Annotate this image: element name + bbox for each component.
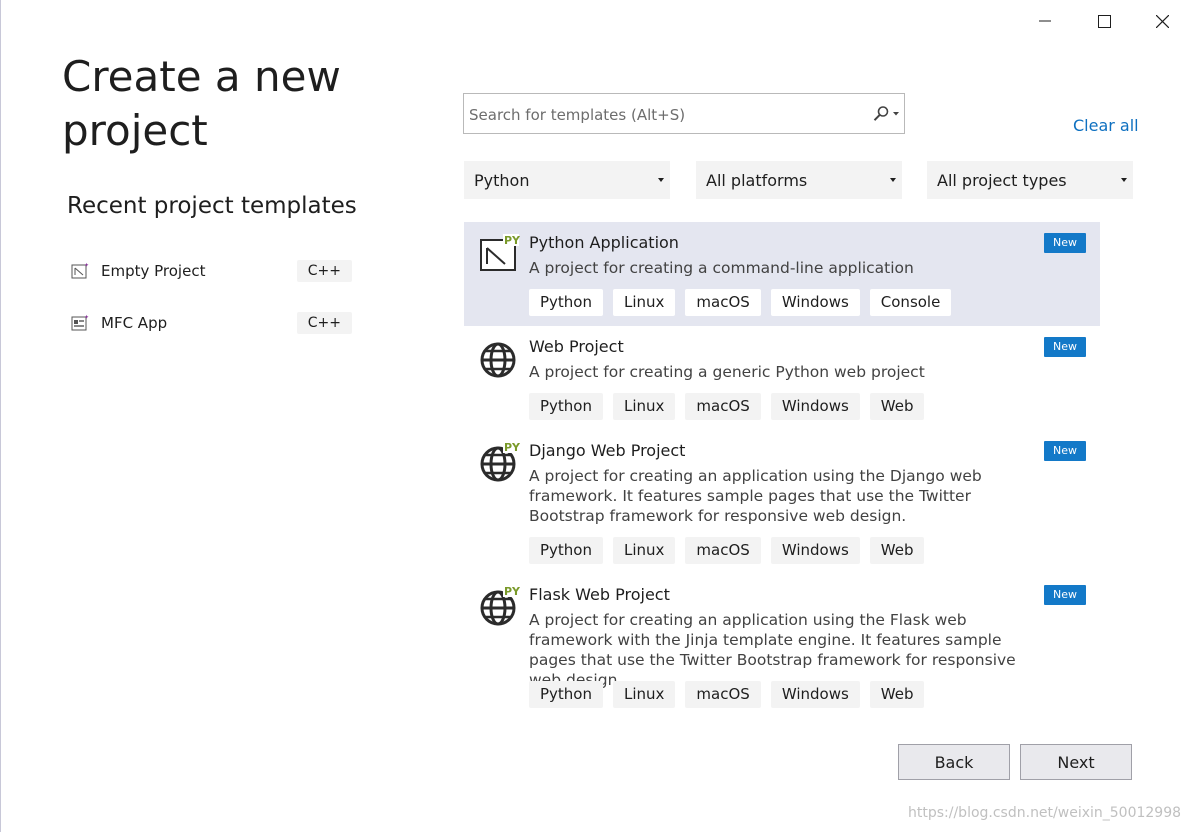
template-name: Python Application — [529, 233, 679, 252]
recent-templates-heading: Recent project templates — [67, 193, 357, 219]
tag: macOS — [685, 681, 761, 708]
template-name: Web Project — [529, 337, 624, 356]
chevron-down-icon — [890, 178, 896, 182]
template-tags: Python Linux macOS Windows Web — [529, 393, 925, 420]
tag: Windows — [770, 393, 860, 420]
language-filter-value: Python — [474, 170, 530, 190]
tag: Linux — [613, 537, 676, 564]
svg-text:✦: ✦ — [84, 314, 89, 321]
tag: Linux — [613, 393, 676, 420]
back-button[interactable]: Back — [898, 744, 1010, 780]
tag: Python — [529, 393, 603, 420]
next-button[interactable]: Next — [1020, 744, 1132, 780]
search-dropdown-button[interactable] — [872, 105, 900, 123]
template-web-project[interactable]: Web Project A project for creating a gen… — [464, 326, 1100, 430]
globe-icon — [480, 342, 516, 378]
project-type-filter[interactable]: All project types — [927, 161, 1133, 199]
tag: Windows — [770, 681, 860, 708]
tag: macOS — [685, 393, 761, 420]
chevron-down-icon — [1121, 178, 1127, 182]
tag: Linux — [613, 289, 676, 316]
tag: Python — [529, 537, 603, 564]
template-flask-web-project[interactable]: PY Flask Web Project A project for creat… — [464, 574, 1100, 718]
search-icon — [873, 106, 889, 121]
svg-text:PY: PY — [504, 441, 521, 454]
globe-python-icon: PY — [480, 585, 521, 626]
platform-filter[interactable]: All platforms — [696, 161, 902, 199]
tag: Web — [869, 537, 925, 564]
tag: Windows — [770, 289, 860, 316]
maximize-button[interactable] — [1075, 0, 1133, 42]
minimize-icon — [1039, 20, 1051, 22]
close-icon — [1155, 14, 1169, 28]
mfc-app-icon: ✦ — [71, 314, 89, 331]
clear-all-link[interactable]: Clear all — [1073, 116, 1139, 135]
recent-item-label: MFC App — [101, 314, 168, 332]
template-python-application[interactable]: PY Python Application A project for crea… — [464, 222, 1100, 326]
chevron-down-icon — [893, 112, 899, 116]
new-badge: New — [1044, 337, 1086, 357]
tag: macOS — [685, 537, 761, 564]
language-filter[interactable]: Python — [464, 161, 670, 199]
template-search-box — [463, 93, 905, 135]
new-badge: New — [1044, 585, 1086, 605]
chevron-down-icon — [658, 178, 664, 182]
tag: Web — [869, 681, 925, 708]
python-application-icon: PY — [480, 234, 521, 271]
minimize-button[interactable] — [1016, 0, 1074, 42]
empty-project-icon: ✦ — [71, 262, 89, 279]
tag: macOS — [685, 289, 761, 316]
template-name: Django Web Project — [529, 441, 686, 460]
template-tags: Python Linux macOS Windows Web — [529, 681, 925, 708]
svg-text:✦: ✦ — [84, 262, 89, 269]
tag: Python — [529, 289, 603, 316]
platform-filter-value: All platforms — [706, 170, 808, 190]
project-type-filter-value: All project types — [937, 170, 1067, 190]
tag: Console — [869, 289, 952, 316]
tag: Windows — [770, 537, 860, 564]
tag: Web — [869, 393, 925, 420]
watermark-text: https://blog.csdn.net/weixin_50012998 — [908, 805, 1182, 821]
close-button[interactable] — [1133, 0, 1190, 42]
recent-item-mfc-app[interactable]: ✦ MFC App C++ — [70, 308, 352, 338]
template-description: A project for creating an application us… — [529, 611, 1016, 689]
tag: Python — [529, 681, 603, 708]
new-badge: New — [1044, 441, 1086, 461]
new-badge: New — [1044, 233, 1086, 253]
template-description: A project for creating a command-line ap… — [529, 259, 914, 277]
recent-item-empty-project[interactable]: ✦ Empty Project C++ — [70, 256, 352, 286]
template-description: A project for creating an application us… — [529, 467, 982, 525]
svg-text:PY: PY — [504, 585, 521, 598]
svg-text:PY: PY — [504, 234, 521, 247]
tag: Linux — [613, 681, 676, 708]
page-title: Create a new project — [62, 52, 341, 155]
recent-item-label: Empty Project — [101, 262, 206, 280]
template-django-web-project[interactable]: PY Django Web Project A project for crea… — [464, 430, 1100, 574]
template-tags: Python Linux macOS Windows Console — [529, 289, 952, 316]
recent-item-tag: C++ — [296, 260, 352, 282]
template-search-input[interactable] — [464, 94, 861, 135]
template-name: Flask Web Project — [529, 585, 670, 604]
maximize-icon — [1097, 14, 1111, 28]
recent-item-tag: C++ — [296, 312, 352, 334]
template-tags: Python Linux macOS Windows Web — [529, 537, 925, 564]
globe-python-icon: PY — [480, 441, 521, 482]
template-description: A project for creating a generic Python … — [529, 363, 925, 381]
